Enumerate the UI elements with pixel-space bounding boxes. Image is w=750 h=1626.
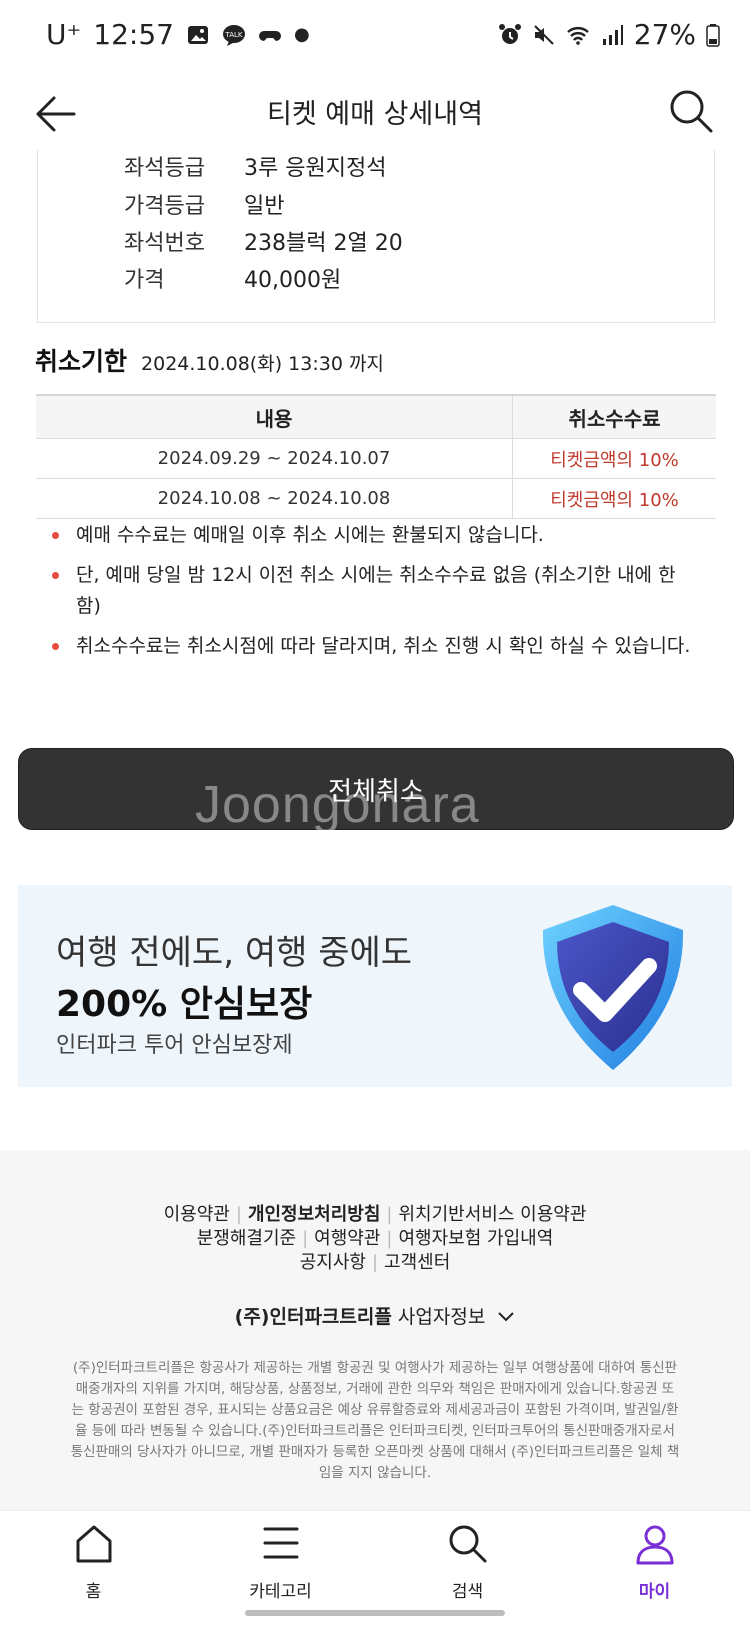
- price-grade-value: 일반: [244, 194, 285, 219]
- table-row: 2024.09.29 ~ 2024.10.07 티켓금액의 10%: [36, 438, 716, 479]
- home-icon: [76, 1525, 111, 1563]
- list-item: 취소수수료는 취소시점에 따라 달라지며, 취소 진행 시 확인 하실 수 있습…: [46, 631, 696, 662]
- location-terms-link[interactable]: 위치기반서비스 이용약관: [399, 1204, 587, 1225]
- signal-icon: [602, 24, 623, 45]
- travel-insurance-link[interactable]: 여행자보험 가입내역: [399, 1228, 554, 1249]
- battery-percent: 27%: [633, 18, 696, 51]
- column-header-fee: 취소수수료: [512, 394, 716, 439]
- banner-line3: 인터파크 투어 안심보장제: [56, 1033, 293, 1058]
- price-row: 가격 40,000원: [124, 262, 341, 294]
- chevron-down-icon: [498, 1312, 515, 1322]
- home-indicator[interactable]: [245, 1610, 505, 1616]
- gallery-icon: [187, 25, 208, 44]
- seat-number-row: 좌석번호 238블럭 2열 20: [124, 225, 403, 257]
- battery-icon: [706, 23, 720, 47]
- legal-disclaimer: (주)인터파크트리플은 항공사가 제공하는 개별 항공권 및 여행사가 제공하는…: [70, 1360, 680, 1481]
- bullet-dot-icon: [52, 643, 59, 650]
- travel-terms-link[interactable]: 여행약관: [314, 1228, 380, 1249]
- notice-link[interactable]: 공지사항: [300, 1252, 366, 1273]
- cancel-deadline-title: 취소기한: [35, 347, 128, 376]
- note-text: 단, 예매 당일 밤 12시 이전 취소 시에는 취소수수료 없음 (취소기한 …: [76, 564, 676, 617]
- page-title: 티켓 예매 상세내역: [267, 99, 483, 130]
- game-controller-icon: [258, 30, 281, 41]
- fee-cell: 티켓금액의 10%: [512, 478, 716, 519]
- table-header-row: 내용 취소수수료: [36, 394, 716, 439]
- mute-icon: [534, 24, 554, 45]
- alarm-icon: [498, 23, 521, 44]
- cancel-deadline: 취소기한 2024.10.08(화) 13:30 까지: [35, 342, 384, 378]
- seat-number-value: 238블럭 2열 20: [244, 231, 403, 256]
- company-name: (주)인터파크트리플: [234, 1306, 392, 1328]
- tab-home-label: 홈: [85, 1582, 102, 1602]
- customer-center-link[interactable]: 고객센터: [384, 1252, 450, 1273]
- tab-my[interactable]: 마이: [561, 1511, 748, 1611]
- business-info-label: 사업자정보: [397, 1306, 486, 1328]
- price-value: 40,000원: [244, 268, 342, 293]
- price-grade-row: 가격등급 일반: [124, 188, 284, 220]
- person-icon: [636, 1525, 673, 1565]
- seat-grade-value: 3루 응원지정석: [244, 156, 387, 181]
- seat-grade-label: 좌석등급: [124, 156, 205, 181]
- period-cell: 2024.10.08 ~ 2024.10.08: [36, 478, 513, 519]
- seat-number-label: 좌석번호: [124, 231, 205, 256]
- more-notifications-dot-icon: ●: [293, 24, 310, 45]
- status-bar: U⁺ 12:57 TALK ● 27%: [0, 0, 750, 78]
- fee-cell: 티켓금액의 10%: [512, 438, 716, 479]
- carrier-label: U⁺: [46, 18, 82, 51]
- cancel-deadline-date: 2024.10.08(화) 13:30 까지: [141, 353, 384, 375]
- note-text: 취소수수료는 취소시점에 따라 달라지며, 취소 진행 시 확인 하실 수 있습…: [76, 635, 691, 657]
- tab-category-label: 카테고리: [249, 1582, 312, 1602]
- banner-line2: 200% 안심보장: [56, 984, 313, 1025]
- bullet-dot-icon: [52, 532, 59, 539]
- wifi-icon: [566, 26, 589, 45]
- list-item: 예매 수수료는 예매일 이후 취소 시에는 환불되지 않습니다.: [46, 520, 696, 551]
- clock: 12:57: [93, 18, 174, 51]
- cancel-fee-table: 내용 취소수수료 2024.09.29 ~ 2024.10.07 티켓금액의 1…: [36, 394, 716, 519]
- app-bar: 티켓 예매 상세내역: [0, 78, 750, 150]
- tab-search[interactable]: 검색: [374, 1511, 561, 1611]
- talk-badge-text: TALK: [224, 31, 242, 39]
- menu-icon: [263, 1527, 298, 1559]
- cancel-all-label: 전체취소: [328, 776, 424, 807]
- seat-grade-row: 좌석등급 3루 응원지정석: [124, 150, 386, 182]
- cancel-notes-list: 예매 수수료는 예매일 이후 취소 시에는 환불되지 않습니다. 단, 예매 당…: [46, 520, 696, 671]
- tab-home[interactable]: 홈: [0, 1511, 187, 1611]
- privacy-policy-link[interactable]: 개인정보처리방침: [248, 1204, 380, 1225]
- banner-line1: 여행 전에도, 여행 중에도: [56, 933, 413, 973]
- dispute-resolution-link[interactable]: 분쟁해결기준: [197, 1228, 296, 1249]
- shield-check-icon: [542, 905, 684, 1070]
- price-label: 가격: [124, 268, 165, 293]
- cancel-all-button[interactable]: 전체취소: [18, 748, 734, 830]
- bottom-tab-bar: 홈 카테고리 검색 마이: [0, 1510, 750, 1626]
- price-grade-label: 가격등급: [124, 194, 205, 219]
- list-item: 단, 예매 당일 밤 12시 이전 취소 시에는 취소수수료 없음 (취소기한 …: [46, 560, 696, 622]
- terms-link[interactable]: 이용약관: [164, 1204, 230, 1225]
- period-cell: 2024.09.29 ~ 2024.10.07: [36, 438, 513, 479]
- column-header-content: 내용: [36, 394, 513, 439]
- footer-links-row2: 분쟁해결기준 | 여행약관 | 여행자보험 가입내역: [196, 1228, 554, 1249]
- footer-links-row3: 공지사항 | 고객센터: [299, 1252, 451, 1273]
- seat-info-card: 좌석등급 3루 응원지정석 가격등급 일반 좌석번호 238블럭 2열 20 가…: [37, 150, 715, 323]
- company-info-toggle[interactable]: (주)인터파크트리플 사업자정보: [0, 1302, 750, 1329]
- tab-search-label: 검색: [451, 1582, 484, 1602]
- kakaotalk-icon: TALK: [222, 24, 245, 46]
- bullet-dot-icon: [52, 572, 59, 579]
- note-text: 예매 수수료는 예매일 이후 취소 시에는 환불되지 않습니다.: [76, 524, 544, 546]
- tab-my-label: 마이: [638, 1582, 671, 1602]
- footer-links-row1: 이용약관 | 개인정보처리방침 | 위치기반서비스 이용약관: [163, 1204, 587, 1225]
- search-icon[interactable]: [666, 86, 716, 136]
- insurance-banner[interactable]: 여행 전에도, 여행 중에도 200% 안심보장 인터파크 투어 안심보장제: [18, 885, 732, 1087]
- footer: 이용약관 | 개인정보처리방침 | 위치기반서비스 이용약관 분쟁해결기준 | 여행약관 | 여…: [0, 1150, 750, 1510]
- search-icon: [449, 1525, 486, 1563]
- tab-category[interactable]: 카테고리: [187, 1511, 374, 1611]
- table-row: 2024.10.08 ~ 2024.10.08 티켓금액의 10%: [36, 478, 716, 519]
